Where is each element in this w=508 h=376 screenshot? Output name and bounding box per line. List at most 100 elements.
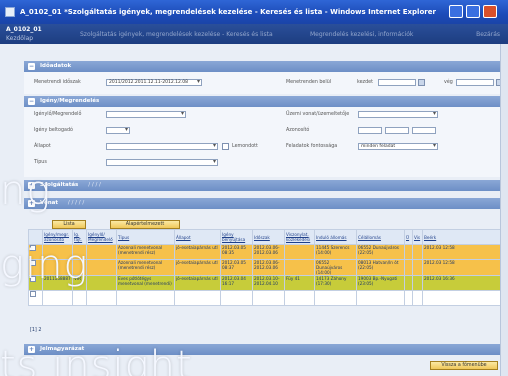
results-table: Igény/megr. azonosító Ig. fajt. Igénylő/…: [28, 229, 504, 306]
azonosito-input-2[interactable]: [385, 127, 409, 134]
column-header[interactable]: Ü: [404, 229, 413, 245]
azonosito-input-1[interactable]: [358, 127, 382, 134]
table-cell: [42, 290, 73, 306]
table-row[interactable]: Azonnali menetvonal (menetrendi rész) jó…: [28, 244, 504, 260]
table-cell: [86, 290, 117, 306]
table-cell: 14173 Záhony (17:30): [314, 275, 357, 291]
table-cell: [72, 290, 87, 306]
table-cell: [86, 259, 117, 276]
app-code: A_0102_01: [6, 26, 42, 33]
table-cell: 06552 Dunaújváros (22:05): [356, 244, 405, 260]
section-igeny[interactable]: − Igény/Megrendelés: [24, 96, 508, 107]
row-checkbox[interactable]: [30, 291, 36, 297]
section-szolgaltatas[interactable]: + Szolgáltatás / / / /: [24, 180, 508, 191]
table-cell: Füy 41: [284, 275, 315, 291]
alapertelmezett-button[interactable]: Alapértelmezett: [110, 220, 180, 229]
table-cell: 2012.03.06-2012.03.06: [252, 259, 285, 276]
table-row[interactable]: 2011158887 VIR Eves pótlótégys menetvona…: [28, 275, 504, 291]
table-cell: Azonnali menetvonal (menetrendi rész): [116, 244, 175, 260]
overlay-text-line-1: ng: [0, 168, 52, 214]
table-cell: [284, 259, 315, 276]
column-header[interactable]: Időszak: [252, 229, 285, 245]
column-header[interactable]: Viszonylat, közlekedési: [284, 229, 315, 245]
home-link[interactable]: Kezdőlap: [6, 35, 33, 42]
lemondott-label: Lemondott: [232, 144, 258, 149]
table-cell: 2012.03.06-2012.03.06: [252, 244, 285, 260]
tipus-select[interactable]: [106, 159, 218, 166]
section-title: Igény/Megrendelés: [40, 98, 100, 104]
vissza-button[interactable]: Vissza a főmenübe: [430, 361, 498, 370]
app-window: A_0102_01 Kezdőlap Szolgáltatás igények,…: [0, 24, 508, 376]
table-cell[interactable]: [28, 290, 43, 306]
section-summary: / / / /: [88, 182, 101, 188]
calendar-icon[interactable]: [418, 79, 425, 86]
column-header[interactable]: Beérk: [422, 229, 504, 245]
window-titlebar: A_0102_01 *Szolgáltatás igények, megrend…: [0, 0, 508, 24]
table-cell: [86, 275, 117, 291]
table-cell: jó-esetaiapárnás utl: [174, 259, 221, 276]
uzemi-select[interactable]: [358, 111, 438, 118]
table-cell: [412, 275, 423, 291]
collapse-icon[interactable]: −: [28, 63, 35, 70]
breadcrumb: Szolgáltatás igények, megrendelések keze…: [80, 31, 273, 38]
column-header[interactable]: Állapot: [174, 229, 221, 245]
lista-button[interactable]: Lista: [52, 220, 86, 229]
section-idoadatok[interactable]: − Időadatok: [24, 61, 508, 72]
table-cell: 2012.03 12:58: [422, 244, 504, 260]
header-close-link[interactable]: Bezárás: [476, 31, 500, 38]
column-header[interactable]: Induló állomás: [314, 229, 357, 245]
azonosito-label: Azonosító: [286, 128, 310, 133]
table-cell: [86, 244, 117, 260]
column-header[interactable]: Igény benyújtása: [220, 229, 253, 245]
ie-app-icon: [5, 7, 15, 17]
feladatok-select[interactable]: minden feladat: [358, 143, 438, 150]
section-summary: / / / / /: [67, 200, 85, 206]
table-cell: 2012.03.10-2012.04.10: [252, 275, 285, 291]
veg-date-input[interactable]: [456, 79, 494, 86]
table-cell: [174, 290, 221, 306]
column-header[interactable]: Célállomás: [356, 229, 405, 245]
table-cell: 08013 Hatvan/ln ót (22:05): [356, 259, 405, 276]
vertical-scrollbar[interactable]: [500, 44, 508, 376]
pager[interactable]: [1] 2: [30, 328, 41, 333]
table-row[interactable]: [28, 290, 504, 306]
kezdete-label: Menetrenden belül: [286, 80, 332, 85]
kezdet-date-input[interactable]: [378, 79, 416, 86]
azonosito-input-3[interactable]: [412, 127, 436, 134]
close-button[interactable]: [483, 5, 497, 18]
column-header[interactable]: Típus: [116, 229, 175, 245]
table-cell: [314, 290, 357, 306]
overlay-text-line-3: ts insight: [0, 343, 193, 376]
igenylo-label: Igénylő/Megrendelő: [34, 112, 82, 117]
collapse-icon[interactable]: −: [28, 98, 35, 105]
table-cell: 2012.03.04 16:17: [220, 275, 253, 291]
table-cell: [356, 290, 405, 306]
table-cell: [252, 290, 285, 306]
minimize-button[interactable]: [449, 5, 463, 18]
allapot-select[interactable]: [106, 143, 218, 150]
maximize-button[interactable]: [466, 5, 480, 18]
column-header[interactable]: Igénylő/ Megrendelő: [86, 229, 117, 245]
app-header: A_0102_01 Kezdőlap Szolgáltatás igények,…: [0, 24, 508, 44]
table-cell: [284, 290, 315, 306]
menetrendi-select[interactable]: 2011/2012.2011.12.11-2012.12.08: [106, 79, 202, 86]
table-cell: [412, 290, 423, 306]
table-cell: 2012.03.05 08:37: [220, 259, 253, 276]
table-cell: [422, 290, 504, 306]
lemondott-checkbox[interactable]: [222, 143, 229, 150]
igeny-betogado-select[interactable]: [106, 127, 130, 134]
column-header[interactable]: Vis: [412, 229, 423, 245]
table-cell: Azonnali menetvonal (menetrendi rész): [116, 259, 175, 276]
table-cell: 11445 Szerencs (14:00): [314, 244, 357, 260]
idoadatok-panel: Menetrendi időszak 2011/2012.2011.12.11-…: [24, 72, 508, 94]
veg-label: vég: [444, 80, 453, 85]
igenylo-select[interactable]: [106, 111, 186, 118]
section-info: Megrendelés kezelési, információk: [310, 31, 414, 38]
tipus-label: Típus: [34, 160, 47, 165]
table-row[interactable]: Azonnali menetvonal (menetrendi rész) jó…: [28, 259, 504, 276]
table-cell: [412, 244, 423, 260]
section-vonat[interactable]: + Vonat / / / / /: [24, 198, 508, 209]
section-title: Időadatok: [40, 63, 72, 69]
table-cell: [412, 259, 423, 276]
uzemi-label: Üzemi vonat/üzemeltetője: [286, 112, 350, 117]
